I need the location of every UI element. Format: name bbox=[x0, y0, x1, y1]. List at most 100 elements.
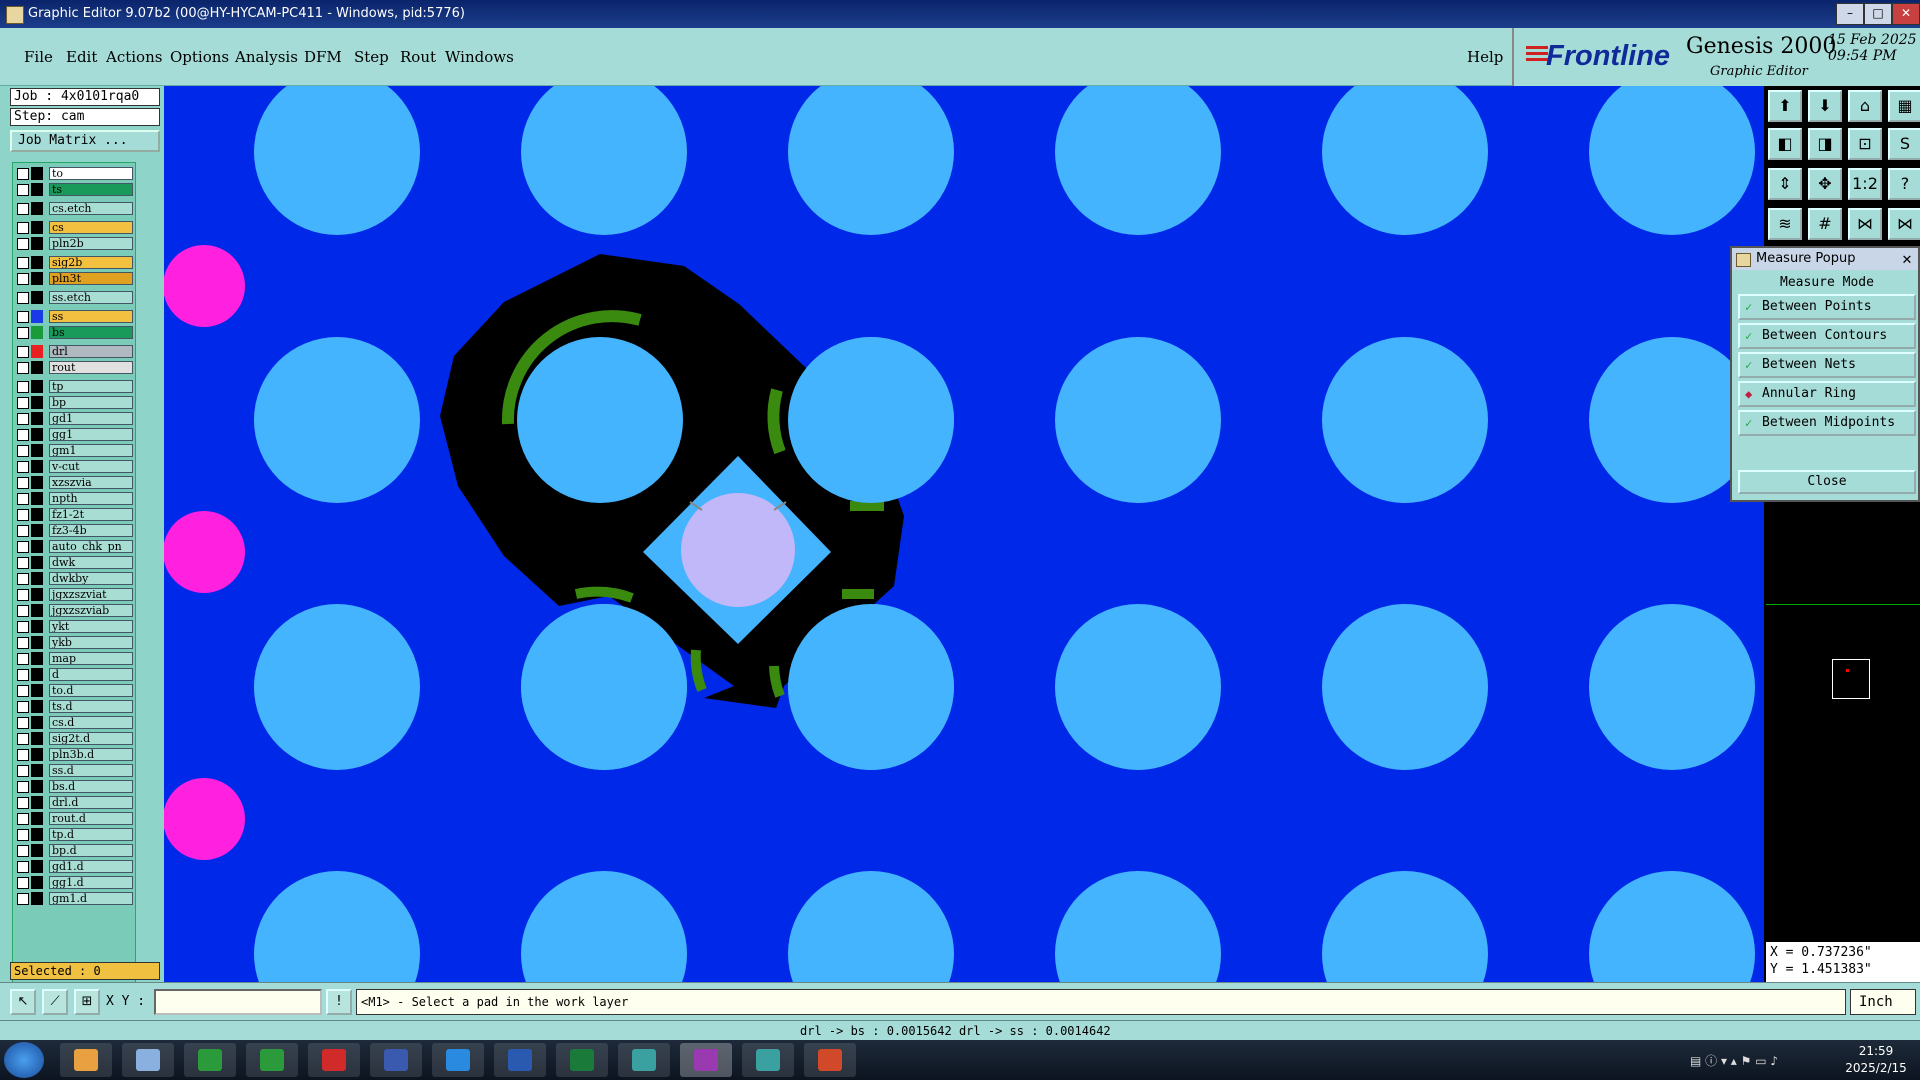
layer-checkbox[interactable] bbox=[17, 493, 29, 505]
menu-file[interactable]: File bbox=[24, 48, 53, 66]
layer-row-gg1.d[interactable]: gg1.d bbox=[13, 876, 135, 890]
layer-row-dwkby[interactable]: dwkby bbox=[13, 572, 135, 586]
layer-checkbox[interactable] bbox=[17, 749, 29, 761]
layer-checkbox[interactable] bbox=[17, 168, 29, 180]
fit-vertical-icon[interactable]: ⇕ bbox=[1768, 168, 1802, 200]
layer-name[interactable]: cs.etch bbox=[49, 202, 133, 215]
option-between-points[interactable]: ✓ Between Points bbox=[1738, 294, 1916, 320]
taskbar-app-p1-icon[interactable] bbox=[184, 1043, 236, 1077]
layer-checkbox[interactable] bbox=[17, 621, 29, 633]
layer-row-gg1[interactable]: gg1 bbox=[13, 428, 135, 442]
layer-checkbox[interactable] bbox=[17, 733, 29, 745]
layer-name[interactable]: gg1.d bbox=[49, 876, 133, 889]
layer-name[interactable]: pln2b bbox=[49, 237, 133, 250]
layer-name[interactable]: auto_chk_pn bbox=[49, 540, 133, 553]
layer-row-cs.d[interactable]: cs.d bbox=[13, 716, 135, 730]
layer-checkbox[interactable] bbox=[17, 717, 29, 729]
layer-checkbox[interactable] bbox=[17, 541, 29, 553]
pan-left-icon[interactable]: ◧ bbox=[1768, 128, 1802, 160]
layer-checkbox[interactable] bbox=[17, 557, 29, 569]
grid-icon[interactable]: # bbox=[1808, 208, 1842, 240]
taskbar-shell-icon[interactable] bbox=[60, 1043, 112, 1077]
layer-row-xzszvia[interactable]: xzszvia bbox=[13, 476, 135, 490]
fit-all-icon[interactable]: ✥ bbox=[1808, 168, 1842, 200]
layer-name[interactable]: dwk bbox=[49, 556, 133, 569]
layer-name[interactable]: bp bbox=[49, 396, 133, 409]
layer-name[interactable]: rout.d bbox=[49, 812, 133, 825]
minimize-button[interactable]: – bbox=[1836, 3, 1864, 25]
layer-row-tp.d[interactable]: tp.d bbox=[13, 828, 135, 842]
layer-name[interactable]: gd1.d bbox=[49, 860, 133, 873]
layer-name[interactable]: gg1 bbox=[49, 428, 133, 441]
layer-name[interactable]: jgxzszviat bbox=[49, 588, 133, 601]
layer-row-ss.d[interactable]: ss.d bbox=[13, 764, 135, 778]
layer-name[interactable]: to bbox=[49, 167, 133, 180]
menu-edit[interactable]: Edit bbox=[66, 48, 97, 66]
select-tool-icon[interactable]: ↖ bbox=[10, 989, 36, 1015]
layer-row-npth[interactable]: npth bbox=[13, 492, 135, 506]
layer-checkbox[interactable] bbox=[17, 653, 29, 665]
layer-row-ss.etch[interactable]: ss.etch bbox=[13, 291, 135, 305]
layer-checkbox[interactable] bbox=[17, 781, 29, 793]
taskbar-word-icon[interactable] bbox=[494, 1043, 546, 1077]
layer-checkbox[interactable] bbox=[17, 445, 29, 457]
layer-row-pln2b[interactable]: pln2b bbox=[13, 237, 135, 251]
clock[interactable]: 21:59 2025/2/15 bbox=[1836, 1043, 1916, 1077]
start-button[interactable] bbox=[4, 1042, 44, 1078]
layer-name[interactable]: xzszvia bbox=[49, 476, 133, 489]
layer-row-to[interactable]: to bbox=[13, 167, 135, 181]
layer-row-auto_chk_pn[interactable]: auto_chk_pn bbox=[13, 540, 135, 554]
layer-checkbox[interactable] bbox=[17, 381, 29, 393]
layer-row-gm1[interactable]: gm1 bbox=[13, 444, 135, 458]
layer-row-dwk[interactable]: dwk bbox=[13, 556, 135, 570]
layer-checkbox[interactable] bbox=[17, 273, 29, 285]
layer-checkbox[interactable] bbox=[17, 362, 29, 374]
layer-name[interactable]: dwkby bbox=[49, 572, 133, 585]
layer-row-ykb[interactable]: ykb bbox=[13, 636, 135, 650]
layer-name[interactable]: rout bbox=[49, 361, 133, 374]
layer-checkbox[interactable] bbox=[17, 222, 29, 234]
layer-checkbox[interactable] bbox=[17, 765, 29, 777]
layer-checkbox[interactable] bbox=[17, 685, 29, 697]
layer-row-ss[interactable]: ss bbox=[13, 310, 135, 324]
layer-name[interactable]: v-cut bbox=[49, 460, 133, 473]
layer-row-ykt[interactable]: ykt bbox=[13, 620, 135, 634]
menu-analysis[interactable]: Analysis bbox=[235, 48, 298, 66]
layer-name[interactable]: ss.d bbox=[49, 764, 133, 777]
layer-name[interactable]: ss bbox=[49, 310, 133, 323]
menu-dfm[interactable]: DFM bbox=[304, 48, 342, 66]
layer-checkbox[interactable] bbox=[17, 893, 29, 905]
layer-checkbox[interactable] bbox=[17, 525, 29, 537]
layer-row-d[interactable]: d bbox=[13, 668, 135, 682]
layer-name[interactable]: bp.d bbox=[49, 844, 133, 857]
layer-row-bs.d[interactable]: bs.d bbox=[13, 780, 135, 794]
pan-right-icon[interactable]: ◨ bbox=[1808, 128, 1842, 160]
layer-name[interactable]: drl.d bbox=[49, 796, 133, 809]
xy-input[interactable] bbox=[154, 989, 322, 1015]
layer-name[interactable]: drl bbox=[49, 345, 133, 358]
taskbar-save-icon[interactable] bbox=[370, 1043, 422, 1077]
zoom-home-icon[interactable]: ⬆ bbox=[1768, 90, 1802, 122]
layer-checkbox[interactable] bbox=[17, 311, 29, 323]
help-icon[interactable]: ? bbox=[1888, 168, 1920, 200]
taskbar-app-p2-icon[interactable] bbox=[246, 1043, 298, 1077]
layer-checkbox[interactable] bbox=[17, 397, 29, 409]
layer-checkbox[interactable] bbox=[17, 861, 29, 873]
layer-row-tp[interactable]: tp bbox=[13, 380, 135, 394]
menu-step[interactable]: Step bbox=[354, 48, 389, 66]
line-tool-icon[interactable]: ⟋ bbox=[42, 989, 68, 1015]
layer-checkbox[interactable] bbox=[17, 238, 29, 250]
layer-checkbox[interactable] bbox=[17, 413, 29, 425]
popup-title-bar[interactable]: Measure Popup ✕ bbox=[1732, 248, 1918, 270]
layer-row-gd1[interactable]: gd1 bbox=[13, 412, 135, 426]
layer-checkbox[interactable] bbox=[17, 797, 29, 809]
layer-checkbox[interactable] bbox=[17, 184, 29, 196]
menu-options[interactable]: Options bbox=[170, 48, 229, 66]
menu-windows[interactable]: Windows bbox=[445, 48, 514, 66]
popup-close-button[interactable]: Close bbox=[1738, 470, 1916, 494]
layer-checkbox[interactable] bbox=[17, 845, 29, 857]
net-icon[interactable]: ⋈ bbox=[1848, 208, 1882, 240]
layer-name[interactable]: ts.d bbox=[49, 700, 133, 713]
job-matrix-button[interactable]: Job Matrix ... bbox=[10, 130, 160, 152]
layer-row-sig2t.d[interactable]: sig2t.d bbox=[13, 732, 135, 746]
